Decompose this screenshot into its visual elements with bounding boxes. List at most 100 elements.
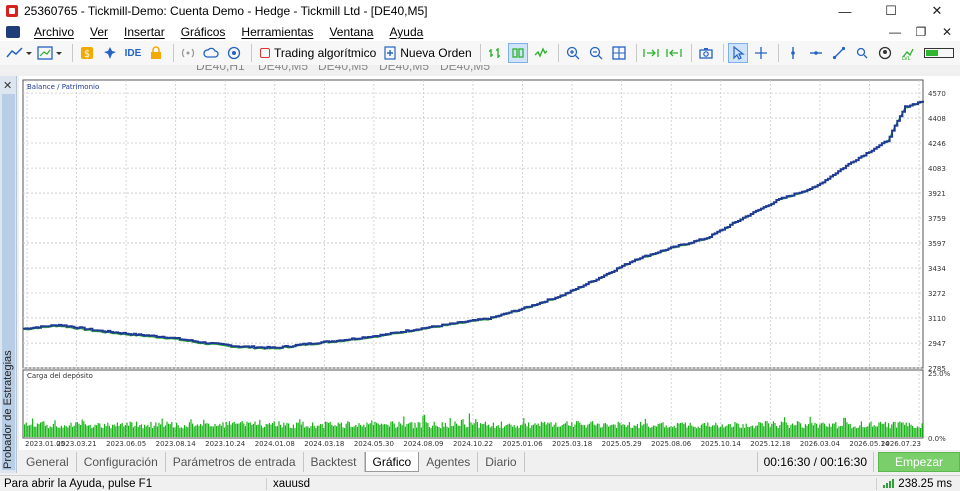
- load-title: Carga del depósito: [27, 372, 93, 380]
- load-bar: [297, 422, 299, 437]
- zoom-out-icon[interactable]: [586, 43, 606, 63]
- templates-icon[interactable]: [37, 43, 65, 63]
- chart-tab[interactable]: DE40,H1: [196, 65, 245, 73]
- vps-icon[interactable]: [224, 43, 244, 63]
- tab-agentes[interactable]: Agentes: [419, 452, 479, 472]
- menu-graficos[interactable]: Gráficos: [173, 25, 234, 39]
- load-bar: [483, 423, 485, 437]
- start-button[interactable]: Empezar: [878, 452, 960, 472]
- menu-herramientas[interactable]: Herramientas: [233, 25, 321, 39]
- balance-chart[interactable]: 4570 4408 4246 4083 3921 3759 3597 3434 3272 3110…: [19, 76, 960, 450]
- tab-parametros[interactable]: Parámetros de entrada: [166, 452, 304, 472]
- candles-icon[interactable]: [507, 43, 528, 63]
- search-icon[interactable]: [852, 43, 872, 63]
- load-bar: [809, 416, 811, 437]
- load-bar: [185, 426, 187, 437]
- chart-tab[interactable]: DE40,M5: [258, 65, 308, 73]
- new-order-label: Nueva Orden: [400, 46, 472, 60]
- minimize-button[interactable]: —: [822, 0, 868, 22]
- line-chart-icon[interactable]: [531, 43, 551, 63]
- load-bar: [684, 422, 686, 437]
- load-bar: [113, 424, 115, 437]
- algo-trading-button[interactable]: Trading algorítmico: [256, 46, 380, 60]
- indicators-icon[interactable]: [6, 43, 34, 63]
- menu-ver[interactable]: Ver: [82, 25, 116, 39]
- load-bar: [681, 422, 683, 437]
- load-bar: [464, 424, 466, 437]
- menu-ayuda[interactable]: Ayuda: [381, 25, 431, 39]
- menu-insertar[interactable]: Insertar: [116, 25, 173, 39]
- load-bar: [916, 426, 918, 437]
- grid-icon[interactable]: [609, 43, 629, 63]
- side-panel-close-button[interactable]: ✕: [3, 79, 12, 92]
- account-icon[interactable]: [875, 43, 895, 63]
- trendline-icon[interactable]: [829, 43, 849, 63]
- load-bar: [307, 426, 309, 437]
- maximize-button[interactable]: ☐: [868, 0, 914, 22]
- load-bar: [228, 421, 230, 437]
- load-bar: [169, 424, 171, 437]
- load-bar: [433, 421, 435, 437]
- chart-tab[interactable]: DE40,M5: [318, 65, 368, 73]
- load-bar: [177, 425, 179, 437]
- load-bar: [696, 428, 698, 437]
- crosshair-icon[interactable]: [751, 43, 771, 63]
- load-bar: [379, 425, 381, 437]
- signals-icon[interactable]: $: [77, 43, 97, 63]
- x-tick-label: 2024.10.22: [453, 440, 493, 448]
- load-bar: [161, 418, 163, 437]
- cloud-icon[interactable]: [201, 43, 221, 63]
- screenshot-icon[interactable]: [696, 43, 716, 63]
- menu-archivo[interactable]: Archivo: [26, 25, 82, 39]
- autoscroll-icon[interactable]: [641, 43, 661, 63]
- load-bar: [81, 419, 83, 437]
- tab-general[interactable]: General: [19, 452, 77, 472]
- vertical-line-icon[interactable]: [783, 43, 803, 63]
- load-bar: [654, 425, 656, 437]
- bar-chart-icon[interactable]: [485, 43, 505, 63]
- broadcast-icon[interactable]: [178, 43, 198, 63]
- child-minimize-button[interactable]: —: [882, 25, 908, 39]
- load-bar: [350, 426, 352, 437]
- connection-status[interactable]: 238.25 ms: [876, 477, 960, 490]
- zoom-in-icon[interactable]: [563, 43, 583, 63]
- tab-diario[interactable]: Diario: [478, 452, 525, 472]
- load-bar: [515, 427, 517, 437]
- load-bar: [176, 422, 178, 437]
- close-button[interactable]: ✕: [914, 0, 960, 22]
- load-bar: [502, 428, 504, 437]
- menu-ventana[interactable]: Ventana: [321, 25, 381, 39]
- child-close-button[interactable]: ✕: [934, 25, 960, 39]
- navigator-icon[interactable]: [100, 43, 120, 63]
- load-bar: [401, 425, 403, 437]
- cursor-icon[interactable]: [727, 43, 748, 63]
- load-bar: [452, 425, 454, 437]
- load-bar: [819, 424, 821, 437]
- load-bar: [108, 425, 110, 437]
- new-order-button[interactable]: Nueva Orden: [380, 46, 475, 60]
- load-bar: [760, 422, 762, 437]
- load-bar: [692, 426, 694, 437]
- algo-trading-label: Trading algorítmico: [274, 46, 377, 60]
- market-lock-icon[interactable]: [146, 43, 166, 63]
- horizontal-line-icon[interactable]: [806, 43, 826, 63]
- load-bar: [846, 422, 848, 437]
- load-bar: [694, 426, 696, 437]
- x-tick-label: 2023.03.21: [57, 440, 97, 448]
- chart-tab[interactable]: DE40,M5: [440, 65, 490, 73]
- chart-tab[interactable]: DE40,M5: [379, 65, 429, 73]
- tab-backtest[interactable]: Backtest: [304, 452, 365, 472]
- tab-configuracion[interactable]: Configuración: [77, 452, 166, 472]
- load-bar: [168, 423, 170, 437]
- load-bar: [227, 425, 229, 437]
- load-bar: [544, 421, 546, 437]
- chart-shift-icon[interactable]: [664, 43, 684, 63]
- tab-grafico[interactable]: Gráfico: [364, 452, 420, 472]
- load-bar: [604, 423, 606, 437]
- child-restore-button[interactable]: ❐: [908, 25, 934, 39]
- load-bar: [747, 427, 749, 437]
- toolbar-separator: [777, 44, 779, 62]
- tester-graph[interactable]: 4570 4408 4246 4083 3921 3759 3597 3434 3272 3110…: [19, 76, 960, 450]
- ide-button[interactable]: IDE: [123, 43, 143, 63]
- svg-text:$: $: [84, 49, 90, 60]
